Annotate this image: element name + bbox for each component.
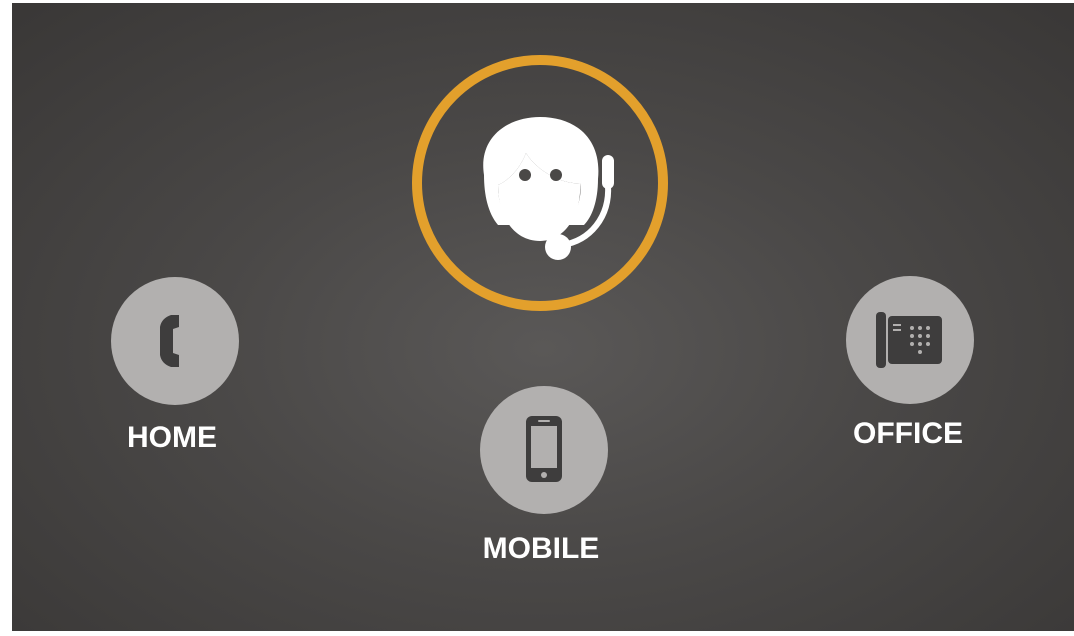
phone-handset-icon xyxy=(160,315,179,367)
customer-support-headset-icon xyxy=(483,117,614,260)
office-desk-phone-icon xyxy=(876,312,942,368)
illustration-stage: HOME MOBILE OFFICE xyxy=(12,3,1074,631)
mobile-phone-icon xyxy=(526,416,562,482)
office-label: OFFICE xyxy=(853,417,963,450)
mobile-channel-circle xyxy=(480,386,608,514)
home-label: HOME xyxy=(127,421,217,454)
office-channel-circle xyxy=(846,276,974,404)
mobile-label: MOBILE xyxy=(482,532,600,565)
home-channel-circle xyxy=(111,277,239,405)
video-frame: HOME MOBILE OFFICE xyxy=(0,0,1074,636)
